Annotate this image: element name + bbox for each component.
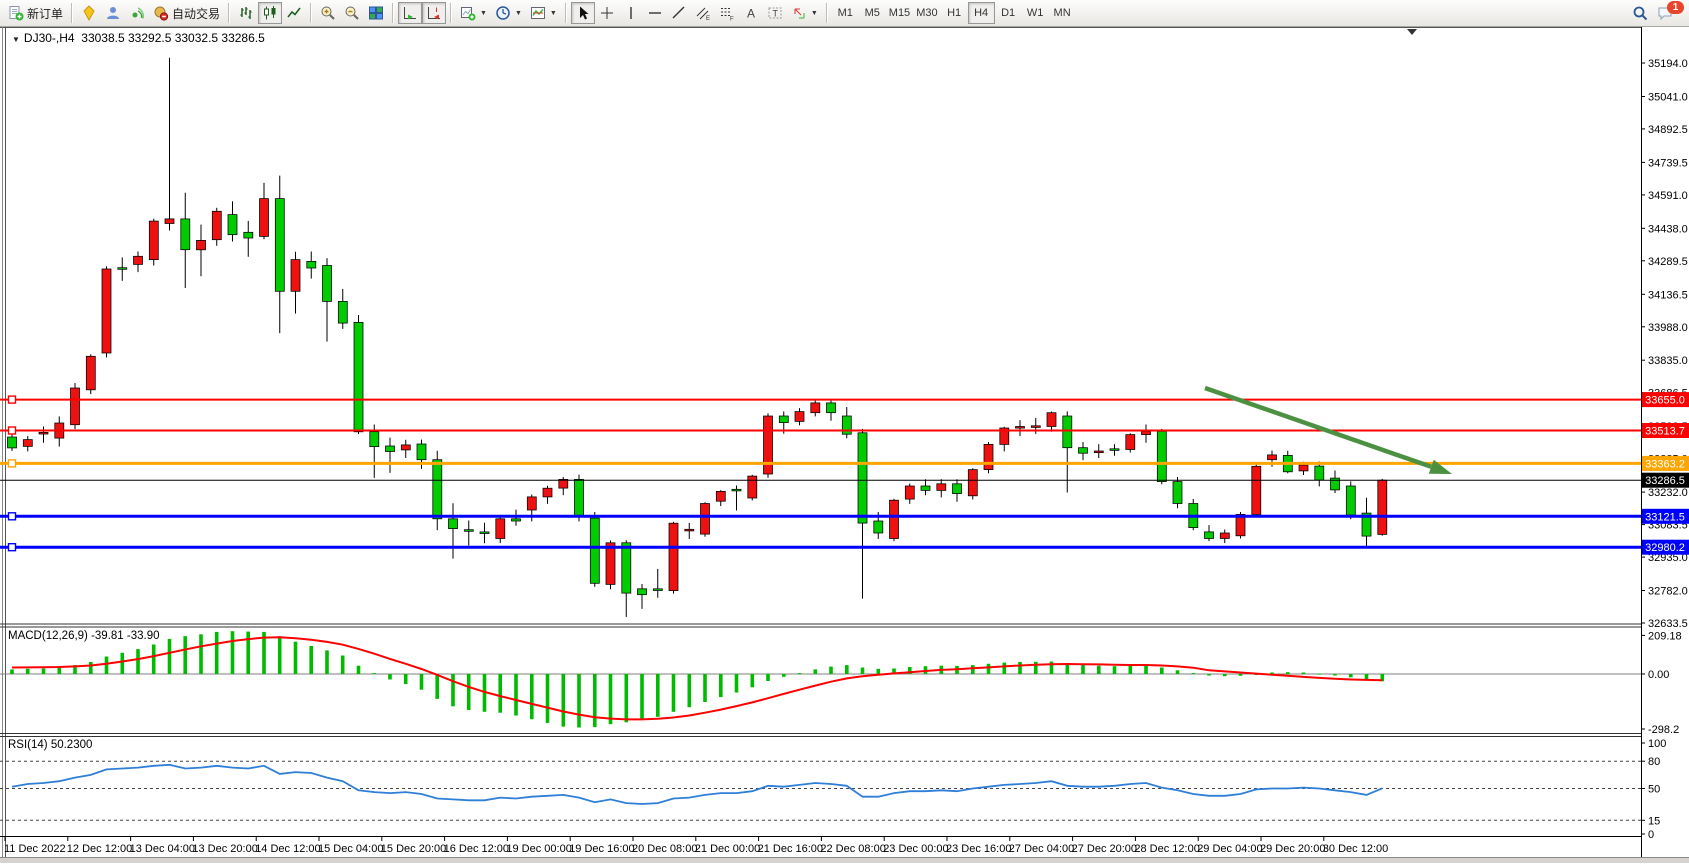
diamond-icon xyxy=(81,5,97,21)
horizontal-line-button[interactable] xyxy=(643,2,667,24)
vertical-line-icon xyxy=(623,5,639,21)
broadcast-icon xyxy=(129,5,145,21)
zoom-out-button[interactable] xyxy=(340,2,364,24)
crosshair-button[interactable] xyxy=(595,2,619,24)
vertical-line-button[interactable] xyxy=(619,2,643,24)
cursor-icon xyxy=(575,5,591,21)
timeframe-d1-button[interactable]: D1 xyxy=(995,2,1022,24)
bar-chart-icon xyxy=(238,5,254,21)
chart-canvas[interactable]: 35194.035041.034892.534739.534591.034438… xyxy=(0,0,1689,863)
zoom-out-icon xyxy=(344,5,360,21)
bar-chart-button[interactable] xyxy=(234,2,258,24)
timeframe-m30-button[interactable]: M30 xyxy=(913,2,940,24)
timeframe-mn-button[interactable]: MN xyxy=(1049,2,1076,24)
svg-text:A: A xyxy=(747,7,755,21)
symbol-period-label: DJ30-,H4 xyxy=(24,31,75,45)
signals-button[interactable] xyxy=(125,2,149,24)
zoom-in-icon xyxy=(320,5,336,21)
new-chart-button[interactable]: ▼ xyxy=(456,2,491,24)
svg-text:T: T xyxy=(772,9,778,19)
equidistant-channel-button[interactable]: E xyxy=(691,2,715,24)
template-chart-icon xyxy=(530,5,546,21)
notification-badge: 1 xyxy=(1667,1,1684,14)
trendline-icon xyxy=(671,5,687,21)
auto-scroll-icon xyxy=(402,5,418,21)
auto-scroll-button[interactable] xyxy=(398,2,422,24)
chevron-down-icon: ▼ xyxy=(480,10,487,17)
new-order-label: 新订单 xyxy=(27,5,63,22)
chart-svg[interactable]: 35194.035041.034892.534739.534591.034438… xyxy=(0,0,1689,863)
new-chart-icon xyxy=(460,5,476,21)
fibonacci-icon: F xyxy=(719,5,735,21)
horizontal-line-icon xyxy=(647,5,663,21)
price-axis[interactable] xyxy=(1642,27,1689,837)
clock-icon xyxy=(495,5,511,21)
text-label-icon: T xyxy=(767,5,783,21)
timeframe-h1-button[interactable]: H1 xyxy=(941,2,968,24)
separator xyxy=(826,3,828,23)
ohlc-values: 33038.5 33292.5 33032.5 33286.5 xyxy=(81,31,265,45)
auto-trading-icon xyxy=(153,5,169,21)
styler-button[interactable] xyxy=(77,2,101,24)
zoom-in-button[interactable] xyxy=(316,2,340,24)
search-button[interactable] xyxy=(1628,2,1653,24)
auto-trading-button[interactable]: 自动交易 xyxy=(149,2,224,24)
templates-button[interactable]: ▼ xyxy=(526,2,561,24)
person-icon xyxy=(105,5,121,21)
line-chart-button[interactable] xyxy=(282,2,306,24)
macd-indicator-label: MACD(12,26,9) -39.81 -33.90 xyxy=(8,630,160,642)
separator xyxy=(392,3,394,23)
channel-icon: E xyxy=(695,5,711,21)
chart-shift-button[interactable] xyxy=(422,2,446,24)
new-order-button[interactable]: 新订单 xyxy=(4,2,67,24)
candlestick-chart-button[interactable] xyxy=(258,2,282,24)
chevron-down-icon: ▼ xyxy=(811,10,818,17)
separator xyxy=(450,3,452,23)
separator xyxy=(228,3,230,23)
periods-button[interactable]: ▼ xyxy=(491,2,526,24)
timeframe-m5-button[interactable]: M5 xyxy=(859,2,886,24)
separator xyxy=(71,3,73,23)
cursor-button[interactable] xyxy=(571,2,595,24)
candlestick-chart-icon xyxy=(262,5,278,21)
tile-windows-button[interactable] xyxy=(364,2,388,24)
line-chart-icon xyxy=(286,5,302,21)
timeframe-m1-button[interactable]: M1 xyxy=(832,2,859,24)
time-axis[interactable] xyxy=(0,837,1641,858)
notifications-button[interactable]: 1 xyxy=(1653,2,1679,24)
separator xyxy=(565,3,567,23)
toolbar: 新订单 自动交易 ▼ ▼ xyxy=(0,0,1689,27)
svg-text:F: F xyxy=(730,17,734,22)
chevron-down-icon[interactable]: ▼ xyxy=(12,35,20,44)
tile-windows-icon xyxy=(368,5,384,21)
chart-window-title: ▼ DJ30-,H4 33038.5 33292.5 33032.5 33286.… xyxy=(12,31,265,45)
svg-text:E: E xyxy=(706,16,710,21)
timeframe-h4-button[interactable]: H4 xyxy=(968,2,995,24)
text-a-icon: A xyxy=(743,5,759,21)
text-label-button[interactable]: T xyxy=(763,2,787,24)
history-center-button[interactable] xyxy=(101,2,125,24)
chevron-down-icon: ▼ xyxy=(550,10,557,17)
chevron-down-icon: ▼ xyxy=(515,10,522,17)
fibonacci-button[interactable]: F xyxy=(715,2,739,24)
timeframe-w1-button[interactable]: W1 xyxy=(1022,2,1049,24)
arrows-button[interactable]: ▼ xyxy=(787,2,822,24)
trendline-button[interactable] xyxy=(667,2,691,24)
rsi-indicator-label: RSI(14) 50.2300 xyxy=(8,739,92,751)
timeframe-m15-button[interactable]: M15 xyxy=(886,2,913,24)
new-order-icon xyxy=(8,5,24,21)
separator xyxy=(310,3,312,23)
text-button[interactable]: A xyxy=(739,2,763,24)
crosshair-icon xyxy=(599,5,615,21)
arrows-icon xyxy=(791,5,807,21)
chart-shift-icon xyxy=(426,5,442,21)
auto-trading-label: 自动交易 xyxy=(172,5,220,22)
search-icon xyxy=(1632,5,1649,22)
